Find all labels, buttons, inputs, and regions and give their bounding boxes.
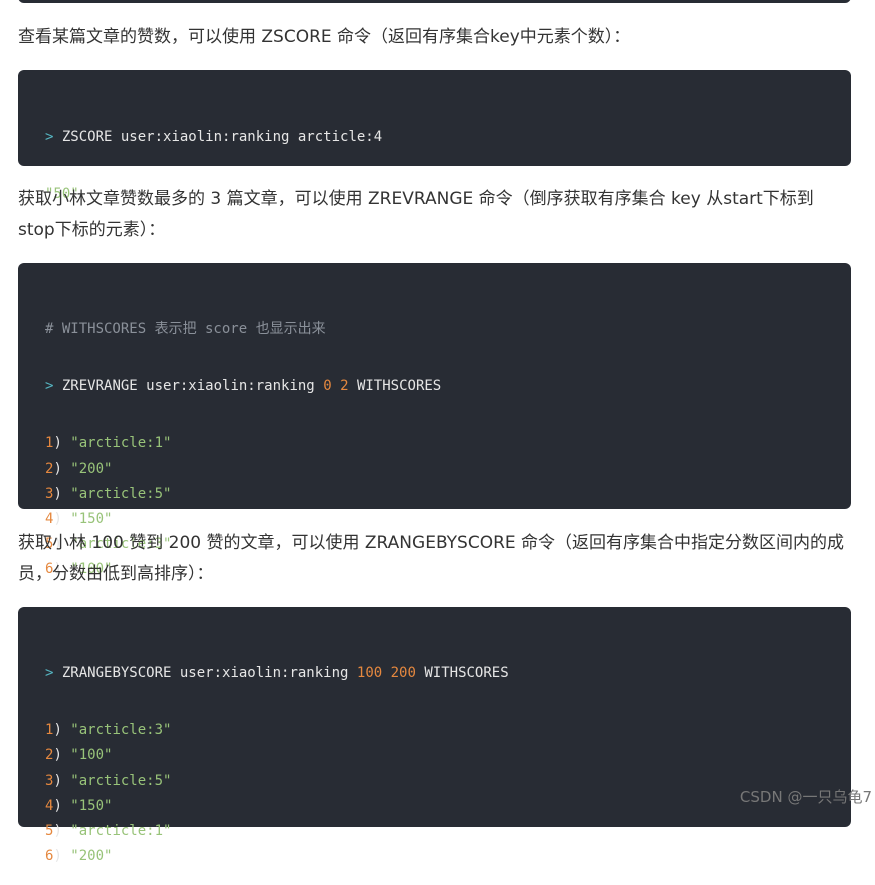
command-arg: 2 xyxy=(340,378,349,395)
paragraph-zrevrange: 获取小林文章赞数最多的 3 篇文章，可以使用 ZREVRANGE 命令（倒序获取… xyxy=(18,189,814,240)
result-paren: ) xyxy=(53,747,71,764)
result-line: 1) "arcticle:1" xyxy=(45,431,851,456)
result-paren: ) xyxy=(53,460,71,477)
result-line: 4) "150" xyxy=(45,794,851,819)
result-line: 3) "arcticle:5" xyxy=(45,482,851,507)
command-text: ZSCORE user:xiaolin:ranking arcticle:4 xyxy=(61,129,383,145)
prompt-symbol: > xyxy=(45,665,54,681)
result-paren: ) xyxy=(53,848,71,865)
result-value: "150" xyxy=(70,510,113,527)
command-arg: 0 xyxy=(323,378,332,395)
result-value: "arcticle:3" xyxy=(70,722,172,739)
paragraph-zrangebyscore: 获取小林 100 赞到 200 赞的文章，可以使用 ZRANGEBYSCORE … xyxy=(18,533,845,584)
result-line: 5) "arcticle:1" xyxy=(45,819,851,844)
result-value: "200" xyxy=(70,460,113,477)
result-value: "150" xyxy=(70,797,113,814)
previous-code-block xyxy=(18,0,851,3)
result-list: 1) "arcticle:3" 2) "100" 3) "arcticle:5" 4)… xyxy=(45,718,851,869)
command-arg: 100 xyxy=(356,665,383,681)
result-line: 2) "200" xyxy=(45,457,851,482)
result-line: 1) "arcticle:3" xyxy=(45,718,851,743)
result-line: 2) "100" xyxy=(45,743,851,768)
code-block-zscore[interactable]: > ZSCORE user:xiaolin:ranking arcticle:4… xyxy=(18,70,851,202)
prompt-symbol: > xyxy=(45,378,54,395)
command-text: ZRANGEBYSCORE user:xiaolin:ranking xyxy=(61,665,349,681)
result-value: "arcticle:5" xyxy=(70,772,172,789)
result-paren: ) xyxy=(53,435,71,452)
command-text: ZREVRANGE user:xiaolin:ranking xyxy=(61,378,315,395)
code-block-zrangebyscore[interactable]: > ZRANGEBYSCORE user:xiaolin:ranking 100… xyxy=(18,607,851,864)
result-line: 3) "arcticle:5" xyxy=(45,769,851,794)
command-arg: 200 xyxy=(390,665,416,681)
result-value: "arcticle:1" xyxy=(70,822,172,839)
result-value: "arcticle:1" xyxy=(70,435,172,452)
code-line: > ZREVRANGE user:xiaolin:ranking 0 2 WIT… xyxy=(45,374,851,399)
code-comment-line: # WITHSCORES 表示把 score 也显示出来 xyxy=(45,317,851,342)
result-index: 5 xyxy=(45,822,54,839)
result-paren: ) xyxy=(53,822,71,839)
result-paren: ) xyxy=(53,485,71,502)
result-paren: ) xyxy=(53,797,71,814)
paragraph-zscore: 查看某篇文章的赞数，可以使用 ZSCORE 命令（返回有序集合key中元素个数）… xyxy=(18,27,631,47)
command-flag: WITHSCORES xyxy=(356,378,442,395)
prompt-symbol: > xyxy=(45,129,54,145)
result-paren: ) xyxy=(53,722,71,739)
csdn-watermark: CSDN @一只乌龟7 xyxy=(739,788,872,806)
code-line: > ZSCORE user:xiaolin:ranking arcticle:4 xyxy=(45,125,851,150)
command-flag: WITHSCORES xyxy=(424,665,509,681)
result-paren: ) xyxy=(53,510,71,527)
code-comment: # WITHSCORES 表示把 score 也显示出来 xyxy=(45,321,326,337)
result-paren: ) xyxy=(53,772,71,789)
result-line: 6) "200" xyxy=(45,844,851,869)
result-value: "100" xyxy=(70,747,113,764)
result-value: "arcticle:5" xyxy=(70,485,172,502)
result-index: 6 xyxy=(45,848,54,865)
result-value: "200" xyxy=(70,848,113,865)
code-line: > ZRANGEBYSCORE user:xiaolin:ranking 100… xyxy=(45,661,851,686)
code-block-zrevrange[interactable]: # WITHSCORES 表示把 score 也显示出来 > ZREVRANGE… xyxy=(18,263,851,577)
